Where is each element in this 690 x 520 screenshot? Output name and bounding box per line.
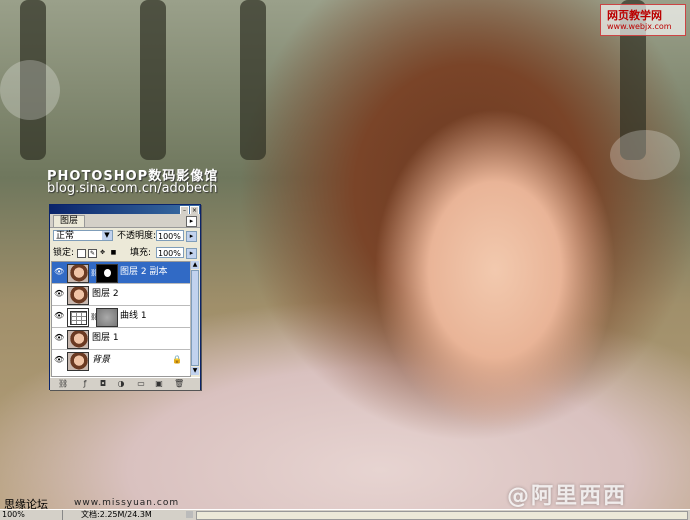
scroll-thumb[interactable] <box>191 270 199 366</box>
opacity-input[interactable]: 100% <box>156 230 184 241</box>
panel-tab-row: 图层 ▸ <box>50 214 200 228</box>
layer-row[interactable]: 👁 背景 🔒 <box>52 350 190 372</box>
trash-icon[interactable]: 🗑 <box>174 379 184 389</box>
eye-icon[interactable]: 👁 <box>54 355 64 365</box>
chevron-down-icon[interactable]: ▼ <box>102 231 112 240</box>
eye-icon[interactable]: 👁 <box>54 333 64 343</box>
blend-mode-value: 正常 <box>56 231 75 241</box>
add-mask-icon[interactable]: ◘ <box>98 379 108 389</box>
watermark-bottom-url: www.missyuan.com <box>74 498 180 508</box>
scroll-down-icon[interactable]: ▼ <box>191 367 199 375</box>
site-logo-name: 网页教学网 <box>607 9 662 22</box>
lock-move-icon[interactable]: ✥ <box>99 249 106 256</box>
layer-style-icon[interactable]: ƒ <box>80 379 90 389</box>
link-layers-icon[interactable]: ⛓ <box>58 379 68 389</box>
eye-icon[interactable]: 👁 <box>54 311 64 321</box>
layer-name: 图层 1 <box>92 333 119 343</box>
new-group-icon[interactable]: ▭ <box>136 379 146 389</box>
layer-row[interactable]: 👁 图层 1 <box>52 328 190 350</box>
eye-icon[interactable]: 👁 <box>54 267 64 277</box>
lock-icon: 🔒 <box>172 355 182 364</box>
fill-label: 填充: <box>130 248 152 258</box>
fill-input[interactable]: 100% <box>156 247 184 258</box>
bokeh <box>610 130 680 180</box>
watermark-url: blog.sina.com.cn/adobech <box>47 181 218 196</box>
layer-row[interactable]: 👁 ⛓ 图层 2 副本 <box>52 262 190 284</box>
lock-label: 锁定: <box>53 248 75 258</box>
lock-transparency-icon[interactable] <box>77 249 86 258</box>
layers-list: 👁 ⛓ 图层 2 副本 👁 图层 2 👁 ⛓ 曲线 1 👁 图层 1 👁 背景 <box>51 261 191 377</box>
tab-layers[interactable]: 图层 <box>53 215 86 227</box>
new-layer-icon[interactable]: ▣ <box>154 379 164 389</box>
layer-mask-thumbnail[interactable] <box>96 264 118 283</box>
layer-thumbnail[interactable] <box>67 330 89 349</box>
panel-titlebar[interactable]: – × <box>50 205 200 215</box>
lock-paint-icon[interactable]: ✎ <box>88 249 97 258</box>
layer-name: 图层 2 <box>92 289 119 299</box>
layer-thumbnail[interactable] <box>67 286 89 305</box>
panel-footer: ⛓ ƒ ◘ ◑ ▭ ▣ 🗑 <box>50 377 200 390</box>
watermark-bottom-right: @阿里西西 <box>507 484 628 509</box>
scroll-up-icon[interactable]: ▲ <box>191 261 199 269</box>
layer-row[interactable]: 👁 图层 2 <box>52 284 190 306</box>
adjustment-layer-icon[interactable]: ◑ <box>116 379 126 389</box>
curves-adjustment-thumbnail[interactable] <box>67 308 89 327</box>
status-menu-arrow[interactable] <box>186 511 193 518</box>
bg-tree <box>240 0 266 160</box>
bokeh <box>0 60 60 120</box>
lock-all-icon[interactable]: ■ <box>110 249 117 256</box>
opacity-slider-icon[interactable]: ▸ <box>186 231 197 242</box>
layer-row[interactable]: 👁 ⛓ 曲线 1 <box>52 306 190 328</box>
eye-icon[interactable]: 👁 <box>54 289 64 299</box>
panel-menu-icon[interactable]: ▸ <box>186 216 197 227</box>
lock-row: 锁定: ✎ ✥ ■ 填充: 100% ▸ <box>50 246 200 260</box>
fill-slider-icon[interactable]: ▸ <box>186 248 197 259</box>
layer-name: 背景 <box>92 355 111 365</box>
blend-mode-select[interactable]: 正常 ▼ <box>53 230 113 241</box>
bg-tree <box>140 0 166 160</box>
site-logo-url: www.webjx.com <box>607 22 672 31</box>
site-logo: 网页教学网 www.webjx.com <box>600 4 686 36</box>
layer-thumbnail[interactable] <box>67 352 89 371</box>
layers-scrollbar[interactable]: ▲ ▼ <box>190 261 199 375</box>
status-bar: 100% 文档:2.25M/24.3M <box>0 509 690 520</box>
layer-name: 曲线 1 <box>120 311 147 321</box>
blend-row: 正常 ▼ 不透明度: 100% ▸ <box>50 229 200 243</box>
layers-panel: – × 图层 ▸ 正常 ▼ 不透明度: 100% ▸ 锁定: ✎ ✥ ■ 填充:… <box>49 204 201 390</box>
layer-mask-thumbnail[interactable] <box>96 308 118 327</box>
layer-name: 图层 2 副本 <box>120 267 168 277</box>
opacity-label: 不透明度: <box>117 231 157 241</box>
layer-thumbnail[interactable] <box>67 264 89 283</box>
